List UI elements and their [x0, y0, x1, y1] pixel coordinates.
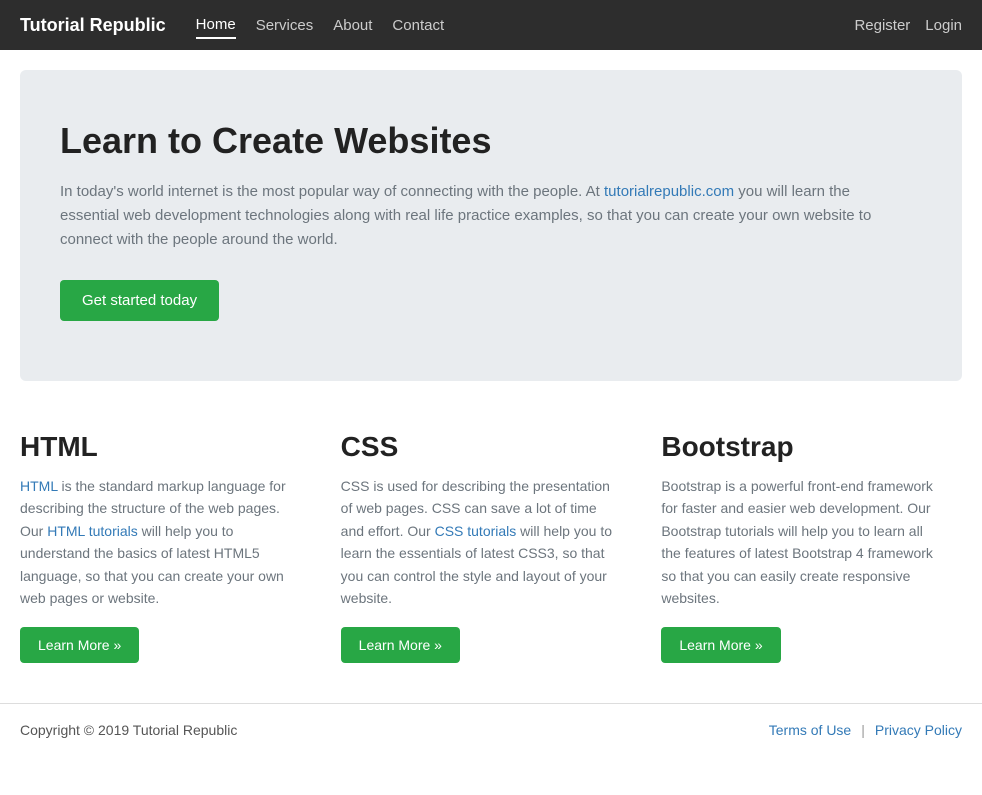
nav-right: Register Login [854, 17, 962, 34]
html-card-description: HTML is the standard markup language for… [20, 475, 301, 609]
footer-copyright: Copyright © 2019 Tutorial Republic [20, 722, 237, 738]
hero-title: Learn to Create Websites [60, 120, 922, 162]
css-card-description: CSS is used for describing the presentat… [341, 475, 622, 609]
nav-login-link[interactable]: Login [925, 17, 962, 34]
get-started-button[interactable]: Get started today [60, 280, 219, 321]
nav-link-contact[interactable]: Contact [392, 13, 444, 38]
css-card-title: CSS [341, 431, 622, 463]
nav-link-home[interactable]: Home [196, 12, 236, 39]
bootstrap-card-description: Bootstrap is a powerful front-end framew… [661, 475, 942, 609]
nav-link-about[interactable]: About [333, 13, 372, 38]
css-card: CSS CSS is used for describing the prese… [321, 421, 642, 673]
footer-links: Terms of Use | Privacy Policy [769, 722, 962, 738]
html-link[interactable]: HTML [20, 478, 58, 494]
css-learn-more-button[interactable]: Learn More » [341, 627, 460, 663]
html-card-title: HTML [20, 431, 301, 463]
footer-terms-link[interactable]: Terms of Use [769, 722, 851, 738]
nav-link-services[interactable]: Services [256, 13, 314, 38]
nav-brand: Tutorial Republic [20, 15, 166, 36]
html-card: HTML HTML is the standard markup languag… [20, 421, 321, 673]
cards-section: HTML HTML is the standard markup languag… [0, 401, 982, 703]
navbar: Tutorial Republic Home Services About Co… [0, 0, 982, 50]
nav-links: Home Services About Contact [196, 12, 855, 39]
html-learn-more-button[interactable]: Learn More » [20, 627, 139, 663]
nav-register-link[interactable]: Register [854, 17, 910, 34]
bootstrap-learn-more-button[interactable]: Learn More » [661, 627, 780, 663]
hero-desc-start: In today's world internet is the most po… [60, 183, 604, 200]
hero-link[interactable]: tutorialrepublic.com [604, 183, 734, 200]
bootstrap-card: Bootstrap Bootstrap is a powerful front-… [641, 421, 962, 673]
html-tutorials-link[interactable]: HTML tutorials [47, 523, 138, 539]
css-tutorials-link[interactable]: CSS tutorials [435, 523, 517, 539]
hero-description: In today's world internet is the most po… [60, 180, 910, 252]
footer: Copyright © 2019 Tutorial Republic Terms… [0, 703, 982, 756]
footer-divider: | [861, 722, 865, 738]
hero-section: Learn to Create Websites In today's worl… [20, 70, 962, 381]
footer-privacy-link[interactable]: Privacy Policy [875, 722, 962, 738]
bootstrap-card-title: Bootstrap [661, 431, 942, 463]
